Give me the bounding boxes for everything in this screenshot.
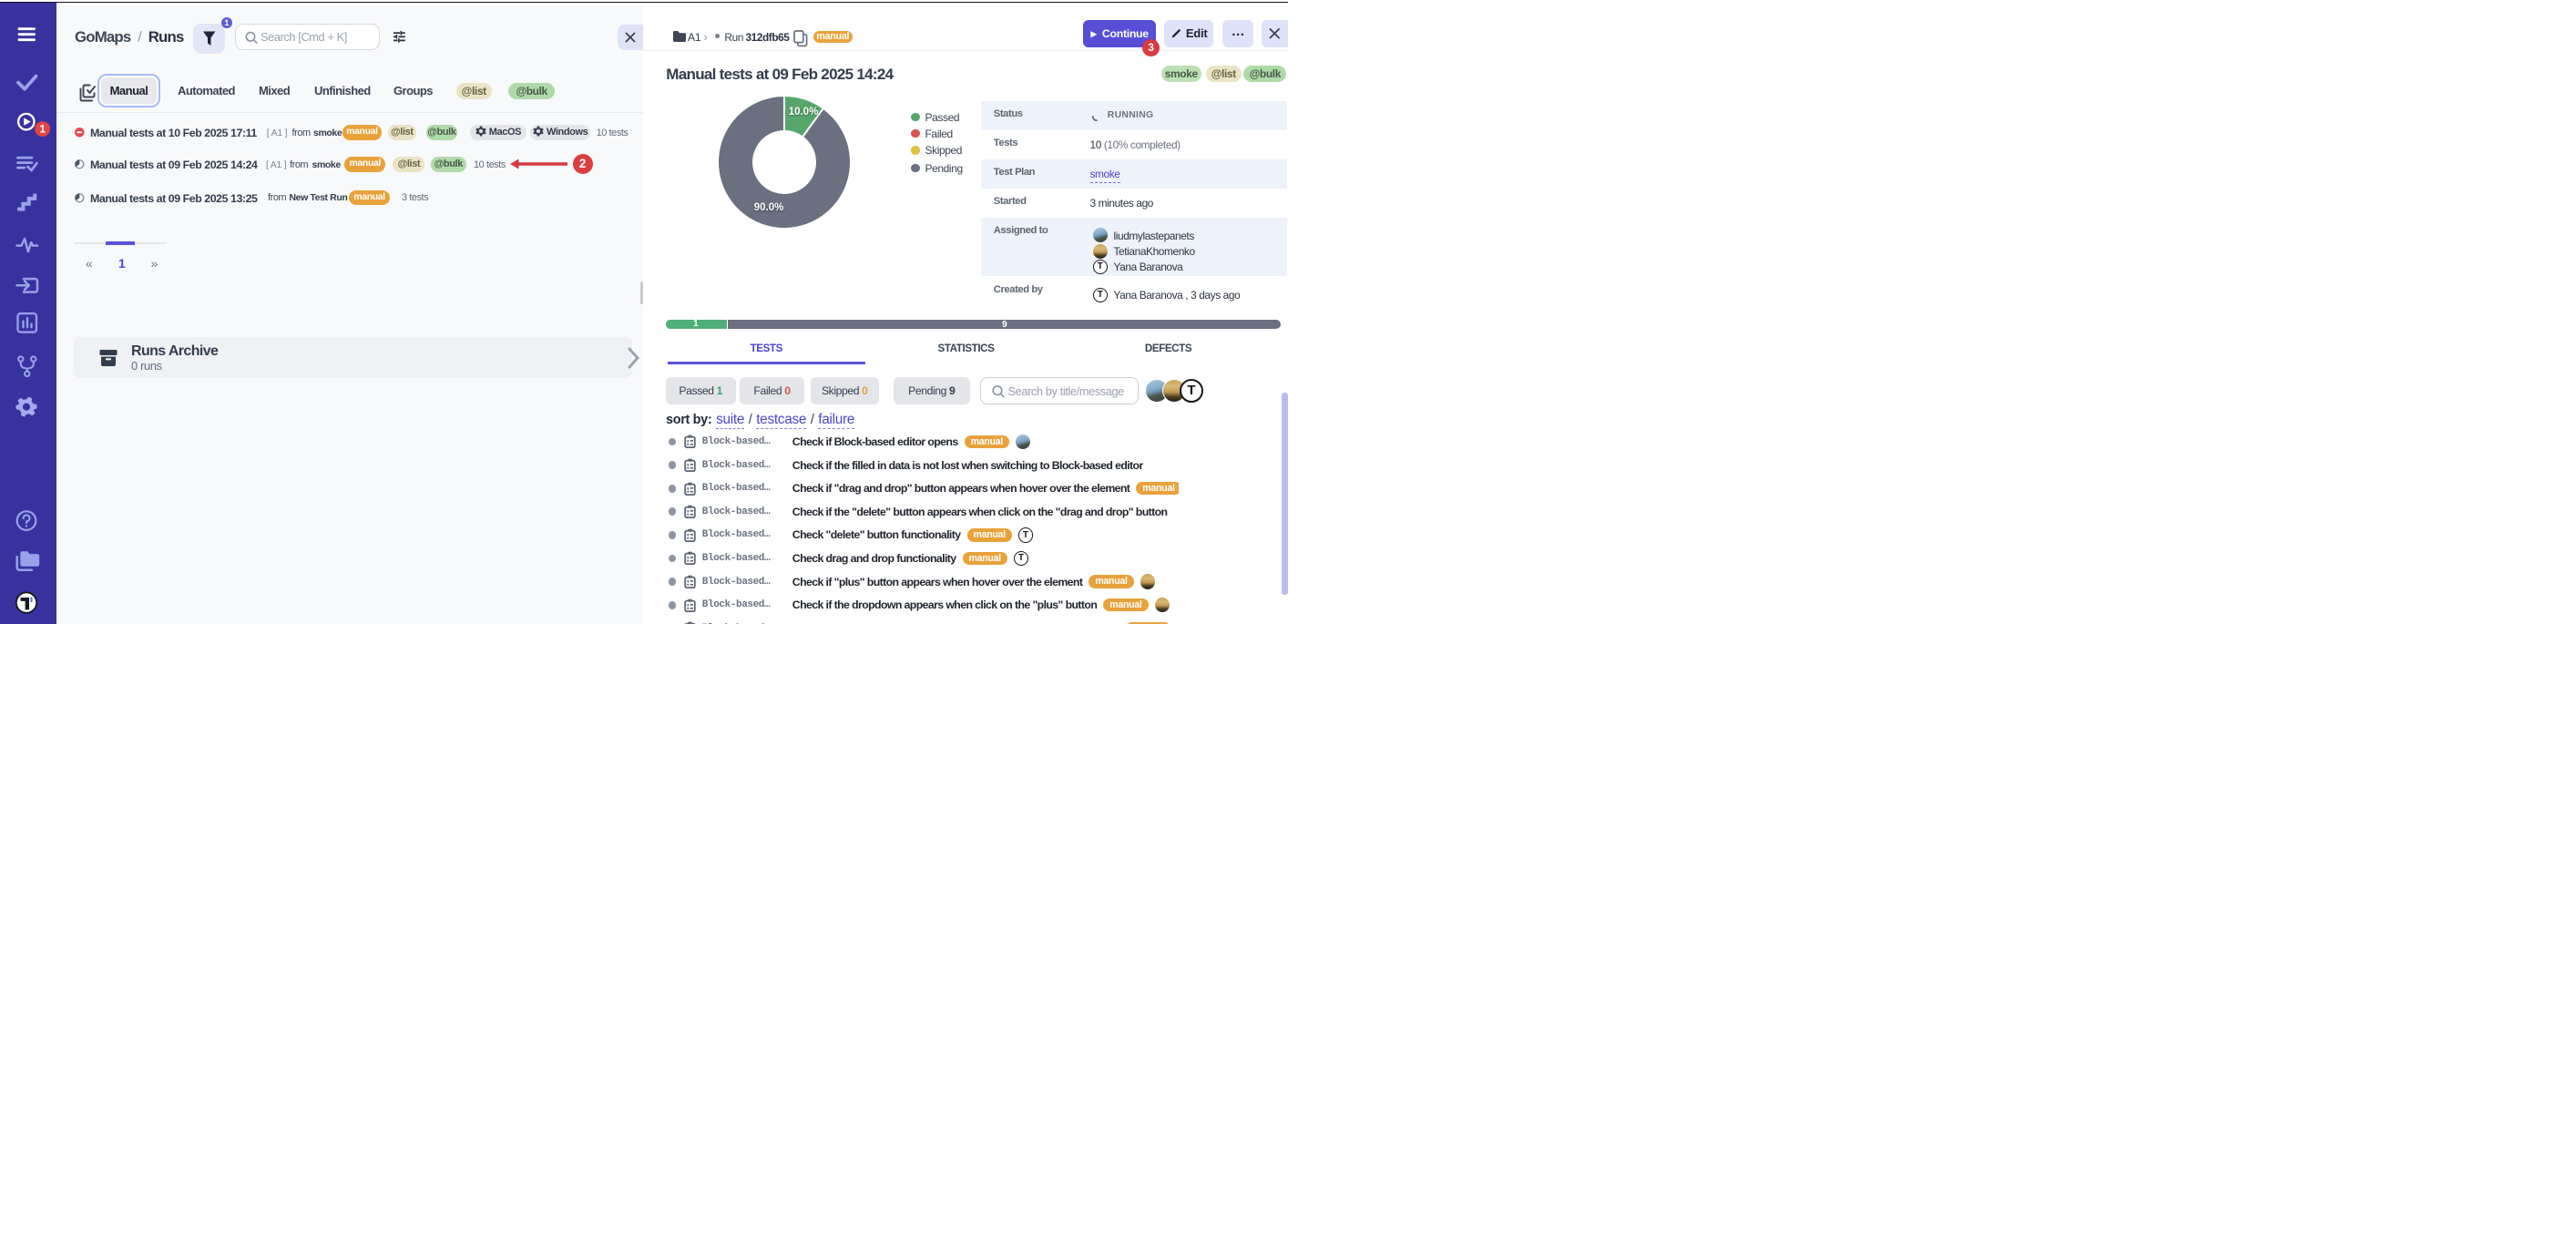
svg-text:10.0%: 10.0%: [789, 107, 819, 118]
svg-text:90.0%: 90.0%: [754, 202, 784, 213]
svg-text:1: 1: [39, 125, 46, 136]
